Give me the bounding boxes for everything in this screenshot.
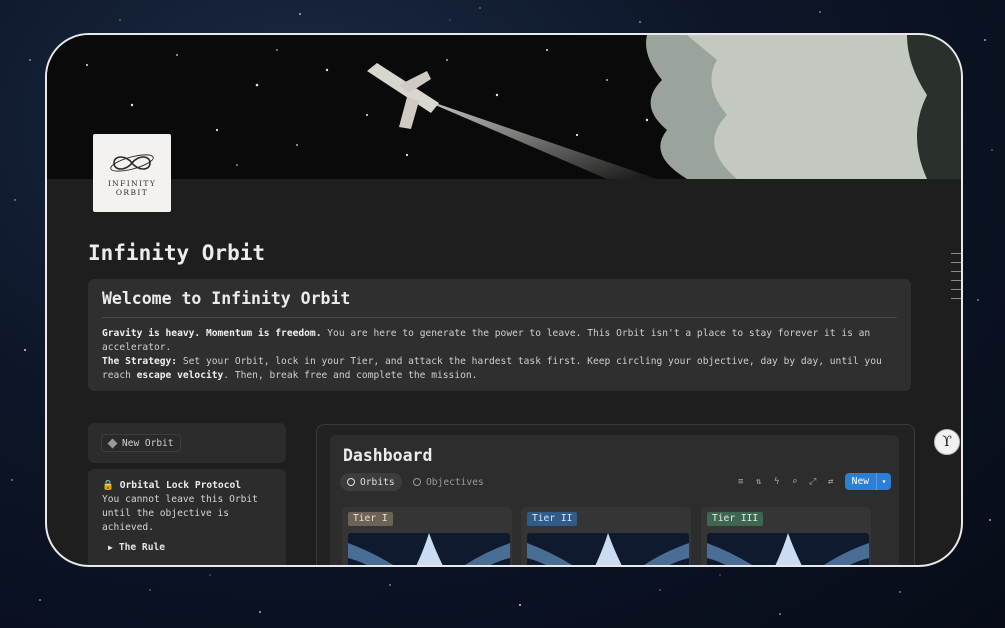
tab-orbits-label: Orbits	[360, 476, 395, 488]
settings-sliders-icon[interactable]: ⇄	[826, 477, 836, 487]
new-entry-button[interactable]: New ▾	[844, 473, 891, 490]
ai-assistant-button[interactable]: ϒ	[934, 429, 960, 455]
callout-paragraph-intro: Gravity is heavy. Momentum is freedom. Y…	[102, 328, 871, 353]
callout-paragraph-strategy: The Strategy: Set your Orbit, lock in yo…	[102, 356, 882, 381]
dashboard-panel: Dashboard Orbits Objectives ≡ ⇅ ϟ ⌕ ⤢ ⇄ …	[330, 435, 899, 565]
sort-icon[interactable]: ⇅	[754, 477, 764, 487]
tier-badge: Tier I	[348, 512, 393, 526]
the-rule-toggle[interactable]: ▶ The Rule	[108, 542, 165, 553]
tier-badge: Tier III	[707, 512, 764, 526]
tier-card[interactable]: Tier II	[521, 507, 691, 565]
filter-icon[interactable]: ≡	[736, 477, 746, 487]
logo-text: INFINITY ORBIT	[107, 179, 157, 197]
new-button-label: New	[851, 476, 869, 487]
new-orbit-label: New Orbit	[122, 437, 174, 449]
chevron-down-icon[interactable]: ▾	[876, 473, 891, 490]
callout-divider	[102, 317, 897, 318]
tab-orbits[interactable]: Orbits	[340, 473, 402, 491]
database-toolbar: ≡ ⇅ ϟ ⌕ ⤢ ⇄ New ▾	[736, 473, 891, 490]
cover-image	[47, 35, 961, 179]
lock-title: Orbital Lock Protocol	[119, 480, 242, 491]
tier-card[interactable]: Tier I	[342, 507, 512, 565]
table-of-contents-outline[interactable]	[951, 253, 961, 307]
page-title: Infinity Orbit	[88, 241, 266, 265]
tier-badge: Tier II	[527, 512, 578, 526]
app-window: INFINITY ORBIT Infinity Orbit Welcome to…	[45, 33, 963, 567]
dashboard-title: Dashboard	[343, 446, 433, 465]
orbit-view-icon	[347, 478, 355, 486]
infinity-orbit-logo-icon	[110, 154, 154, 172]
lock-icon: 🔒	[102, 480, 114, 491]
tab-objectives[interactable]: Objectives	[406, 473, 491, 491]
expand-icon[interactable]: ⤢	[808, 477, 818, 487]
tier-cover-image	[527, 533, 689, 565]
new-orbit-card: New Orbit	[88, 423, 286, 463]
orbital-lock-card: 🔒 Orbital Lock Protocol You cannot leave…	[88, 469, 286, 565]
assistant-face-icon: ϒ	[942, 434, 952, 450]
tier-cover-image	[707, 533, 869, 565]
welcome-callout: Welcome to Infinity Orbit Gravity is hea…	[88, 279, 911, 391]
lock-description: You cannot leave this Orbit until the ob…	[102, 494, 258, 533]
search-icon[interactable]: ⌕	[790, 477, 800, 487]
callout-heading: Welcome to Infinity Orbit	[102, 289, 351, 308]
new-orbit-button[interactable]: New Orbit	[101, 434, 182, 452]
toggle-label: The Rule	[118, 542, 166, 553]
orbital-lock-text: 🔒 Orbital Lock Protocol You cannot leave…	[102, 479, 274, 535]
page-icon-logo[interactable]: INFINITY ORBIT	[93, 134, 171, 212]
diamond-icon	[107, 438, 118, 448]
target-icon	[413, 478, 421, 486]
tab-objectives-label: Objectives	[426, 476, 484, 488]
tier-cover-image	[348, 533, 510, 565]
toggle-triangle-icon: ▶	[108, 543, 113, 552]
automation-lightning-icon[interactable]: ϟ	[772, 477, 782, 487]
tier-card[interactable]: Tier III	[701, 507, 871, 565]
